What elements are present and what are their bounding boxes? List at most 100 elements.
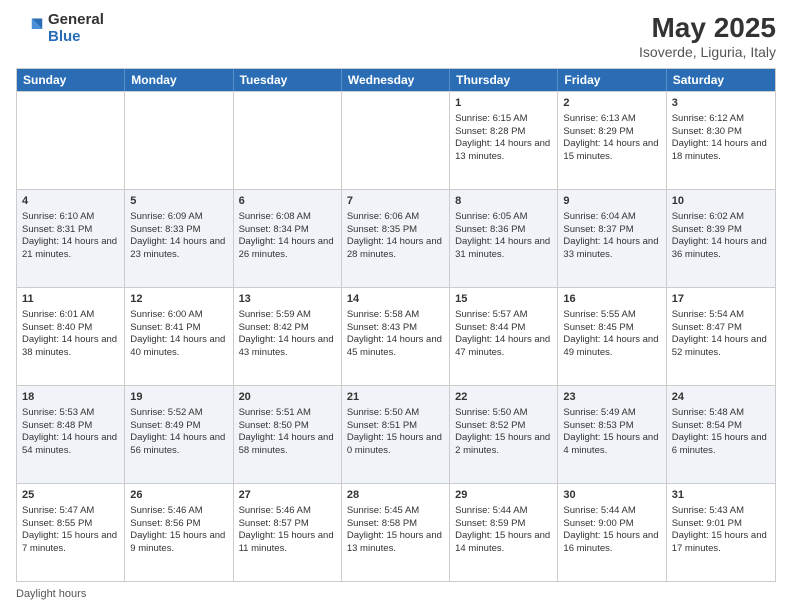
calendar-day-header: Sunday	[17, 69, 125, 91]
calendar-cell: 12Sunrise: 6:00 AMSunset: 8:41 PMDayligh…	[125, 288, 233, 385]
day-number: 4	[22, 194, 119, 209]
title-location: Isoverde, Liguria, Italy	[639, 44, 776, 60]
calendar-day-header: Monday	[125, 69, 233, 91]
calendar-cell: 25Sunrise: 5:47 AMSunset: 8:55 PMDayligh…	[17, 484, 125, 581]
daylight-text: Daylight: 15 hours and 11 minutes.	[239, 530, 336, 556]
daylight-text: Daylight: 15 hours and 6 minutes.	[672, 432, 770, 458]
day-number: 17	[672, 292, 770, 307]
day-number: 18	[22, 390, 119, 405]
daylight-text: Daylight: 14 hours and 13 minutes.	[455, 138, 552, 164]
calendar-cell: 4Sunrise: 6:10 AMSunset: 8:31 PMDaylight…	[17, 190, 125, 287]
calendar-cell: 2Sunrise: 6:13 AMSunset: 8:29 PMDaylight…	[558, 92, 666, 189]
daylight-text: Daylight: 14 hours and 33 minutes.	[563, 236, 660, 262]
sunset-text: Sunset: 8:59 PM	[455, 518, 552, 531]
calendar-header-row: SundayMondayTuesdayWednesdayThursdayFrid…	[17, 69, 775, 91]
sunset-text: Sunset: 8:30 PM	[672, 126, 770, 139]
calendar-cell: 28Sunrise: 5:45 AMSunset: 8:58 PMDayligh…	[342, 484, 450, 581]
daylight-text: Daylight: 14 hours and 18 minutes.	[672, 138, 770, 164]
sunset-text: Sunset: 8:51 PM	[347, 420, 444, 433]
sunset-text: Sunset: 8:58 PM	[347, 518, 444, 531]
sunrise-text: Sunrise: 6:08 AM	[239, 211, 336, 224]
calendar: SundayMondayTuesdayWednesdayThursdayFrid…	[16, 68, 776, 582]
sunset-text: Sunset: 8:42 PM	[239, 322, 336, 335]
sunrise-text: Sunrise: 5:55 AM	[563, 309, 660, 322]
daylight-text: Daylight: 14 hours and 52 minutes.	[672, 334, 770, 360]
daylight-text: Daylight: 14 hours and 28 minutes.	[347, 236, 444, 262]
sunrise-text: Sunrise: 5:51 AM	[239, 407, 336, 420]
logo-icon	[16, 15, 44, 43]
calendar-cell	[234, 92, 342, 189]
calendar-cell: 14Sunrise: 5:58 AMSunset: 8:43 PMDayligh…	[342, 288, 450, 385]
sunrise-text: Sunrise: 5:52 AM	[130, 407, 227, 420]
daylight-text: Daylight: 15 hours and 16 minutes.	[563, 530, 660, 556]
sunrise-text: Sunrise: 5:54 AM	[672, 309, 770, 322]
footer: Daylight hours	[16, 588, 776, 600]
daylight-text: Daylight: 14 hours and 45 minutes.	[347, 334, 444, 360]
sunset-text: Sunset: 8:49 PM	[130, 420, 227, 433]
daylight-text: Daylight: 14 hours and 56 minutes.	[130, 432, 227, 458]
sunrise-text: Sunrise: 5:50 AM	[455, 407, 552, 420]
day-number: 21	[347, 390, 444, 405]
sunrise-text: Sunrise: 5:59 AM	[239, 309, 336, 322]
sunrise-text: Sunrise: 6:09 AM	[130, 211, 227, 224]
calendar-cell	[342, 92, 450, 189]
calendar-cell	[125, 92, 233, 189]
sunrise-text: Sunrise: 6:12 AM	[672, 113, 770, 126]
sunset-text: Sunset: 8:28 PM	[455, 126, 552, 139]
daylight-text: Daylight: 15 hours and 4 minutes.	[563, 432, 660, 458]
calendar-cell: 16Sunrise: 5:55 AMSunset: 8:45 PMDayligh…	[558, 288, 666, 385]
calendar-cell: 27Sunrise: 5:46 AMSunset: 8:57 PMDayligh…	[234, 484, 342, 581]
daylight-text: Daylight: 15 hours and 14 minutes.	[455, 530, 552, 556]
logo-blue-text: Blue	[48, 29, 104, 46]
sunset-text: Sunset: 8:41 PM	[130, 322, 227, 335]
day-number: 22	[455, 390, 552, 405]
calendar-body: 1Sunrise: 6:15 AMSunset: 8:28 PMDaylight…	[17, 91, 775, 581]
sunrise-text: Sunrise: 6:04 AM	[563, 211, 660, 224]
sunset-text: Sunset: 8:48 PM	[22, 420, 119, 433]
sunrise-text: Sunrise: 5:44 AM	[455, 505, 552, 518]
day-number: 8	[455, 194, 552, 209]
calendar-day-header: Tuesday	[234, 69, 342, 91]
daylight-text: Daylight: 14 hours and 38 minutes.	[22, 334, 119, 360]
sunrise-text: Sunrise: 5:43 AM	[672, 505, 770, 518]
daylight-text: Daylight: 14 hours and 31 minutes.	[455, 236, 552, 262]
day-number: 27	[239, 488, 336, 503]
daylight-text: Daylight: 15 hours and 17 minutes.	[672, 530, 770, 556]
sunset-text: Sunset: 8:52 PM	[455, 420, 552, 433]
daylight-text: Daylight: 14 hours and 26 minutes.	[239, 236, 336, 262]
sunset-text: Sunset: 8:35 PM	[347, 224, 444, 237]
calendar-cell: 11Sunrise: 6:01 AMSunset: 8:40 PMDayligh…	[17, 288, 125, 385]
daylight-text: Daylight: 14 hours and 23 minutes.	[130, 236, 227, 262]
day-number: 6	[239, 194, 336, 209]
calendar-cell: 22Sunrise: 5:50 AMSunset: 8:52 PMDayligh…	[450, 386, 558, 483]
day-number: 5	[130, 194, 227, 209]
calendar-cell: 13Sunrise: 5:59 AMSunset: 8:42 PMDayligh…	[234, 288, 342, 385]
sunrise-text: Sunrise: 6:05 AM	[455, 211, 552, 224]
sunrise-text: Sunrise: 5:50 AM	[347, 407, 444, 420]
day-number: 29	[455, 488, 552, 503]
sunset-text: Sunset: 8:29 PM	[563, 126, 660, 139]
calendar-week-row: 11Sunrise: 6:01 AMSunset: 8:40 PMDayligh…	[17, 287, 775, 385]
title-block: May 2025 Isoverde, Liguria, Italy	[639, 12, 776, 60]
calendar-cell: 15Sunrise: 5:57 AMSunset: 8:44 PMDayligh…	[450, 288, 558, 385]
day-number: 2	[563, 96, 660, 111]
sunset-text: Sunset: 8:36 PM	[455, 224, 552, 237]
calendar-cell: 17Sunrise: 5:54 AMSunset: 8:47 PMDayligh…	[667, 288, 775, 385]
day-number: 3	[672, 96, 770, 111]
sunrise-text: Sunrise: 5:47 AM	[22, 505, 119, 518]
calendar-cell: 30Sunrise: 5:44 AMSunset: 9:00 PMDayligh…	[558, 484, 666, 581]
daylight-text: Daylight: 15 hours and 7 minutes.	[22, 530, 119, 556]
logo: General Blue	[16, 12, 104, 45]
day-number: 20	[239, 390, 336, 405]
calendar-cell: 1Sunrise: 6:15 AMSunset: 8:28 PMDaylight…	[450, 92, 558, 189]
calendar-cell: 3 Sunrise: 6:12 AMSunset: 8:30 PMDaylight…	[667, 92, 775, 189]
calendar-cell: 31Sunrise: 5:43 AMSunset: 9:01 PMDayligh…	[667, 484, 775, 581]
calendar-cell: 29 Sunrise: 5:44 AMSunset: 8:59 PMDayligh…	[450, 484, 558, 581]
day-number: 19	[130, 390, 227, 405]
day-number: 25	[22, 488, 119, 503]
calendar-cell: 6Sunrise: 6:08 AMSunset: 8:34 PMDaylight…	[234, 190, 342, 287]
footer-label: Daylight hours	[16, 588, 86, 600]
sunrise-text: Sunrise: 5:44 AM	[563, 505, 660, 518]
day-number: 13	[239, 292, 336, 307]
daylight-text: Daylight: 15 hours and 13 minutes.	[347, 530, 444, 556]
